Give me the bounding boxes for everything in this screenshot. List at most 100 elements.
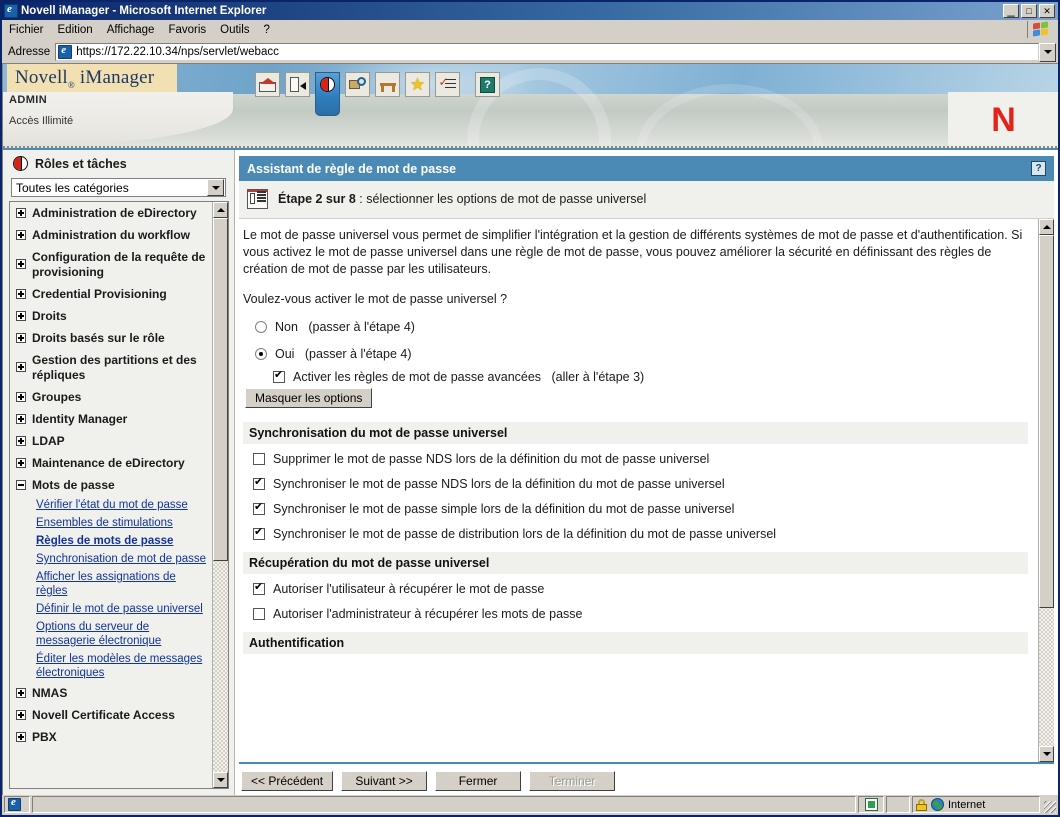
sidebar-item-credential-provisioning[interactable]: Credential Provisioning	[14, 287, 210, 302]
sidebar-item-pbx[interactable]: PBX	[14, 730, 210, 745]
status-zone-cell[interactable]: Internet	[912, 796, 1040, 813]
sidebar-scroll-thumb[interactable]	[213, 218, 228, 562]
previous-button[interactable]: << Précédent	[241, 771, 334, 791]
configure-icon[interactable]	[375, 72, 400, 97]
content-scrollbar[interactable]	[1038, 219, 1054, 762]
address-dropdown-button[interactable]	[1039, 42, 1056, 62]
content-scroll-track[interactable]	[1039, 235, 1054, 746]
sidebar-link-edit-email-templates[interactable]: Éditer les modèles de messages électroni…	[36, 652, 210, 680]
favorites-star-icon[interactable]: ★	[405, 72, 430, 97]
radio-row-no[interactable]: Non (passer à l'étape 4)	[243, 320, 1028, 334]
minimize-button[interactable]: _	[1003, 3, 1019, 18]
menu-item-edit[interactable]: Edition	[51, 22, 100, 38]
sidebar-item-partition-replica-management[interactable]: Gestion des partitions et des répliques	[14, 353, 210, 383]
sidebar-item-workflow-administration[interactable]: Administration du workflow	[14, 228, 210, 243]
sidebar-item-provisioning-request-configuration[interactable]: Configuration de la requête de provision…	[14, 250, 210, 280]
checkbox-advanced-rules-text: Activer les règles de mot de passe avanc…	[293, 370, 542, 384]
content-scroll-up-button[interactable]	[1039, 219, 1054, 235]
sidebar-item-novell-certificate-access[interactable]: Novell Certificate Access	[14, 708, 210, 723]
collapse-minus-icon[interactable]	[16, 480, 26, 490]
expand-plus-icon[interactable]	[16, 710, 26, 720]
expand-plus-icon[interactable]	[16, 208, 26, 218]
sidebar-scroll-track[interactable]	[213, 218, 228, 772]
sidebar-item-edirectory-maintenance[interactable]: Maintenance de eDirectory	[14, 456, 210, 471]
expand-plus-icon[interactable]	[16, 289, 26, 299]
checkbox-row-advanced-rules[interactable]: Activer les règles de mot de passe avanc…	[273, 368, 1028, 384]
menu-item-view[interactable]: Affichage	[100, 22, 162, 38]
checkbox-row-admin-retrieve[interactable]: Autoriser l'administrateur à récupérer l…	[253, 607, 1028, 621]
sidebar-item-edirectory-administration[interactable]: Administration de eDirectory	[14, 206, 210, 221]
expand-plus-icon[interactable]	[16, 414, 26, 424]
checkbox-sync-distribution[interactable]	[253, 525, 265, 540]
sidebar-title: Rôles et tâches	[35, 156, 127, 171]
sidebar-item-nmas[interactable]: NMAS	[14, 686, 210, 701]
checkbox-row-remove-nds[interactable]: Supprimer le mot de passe NDS lors de la…	[253, 452, 1028, 466]
radio-yes[interactable]	[255, 348, 267, 360]
sidebar-item-groups[interactable]: Groupes	[14, 390, 210, 405]
sidebar-link-password-policies[interactable]: Règles de mots de passe	[36, 534, 210, 548]
checkbox-remove-nds[interactable]	[253, 453, 265, 465]
expand-plus-icon[interactable]	[16, 436, 26, 446]
close-wizard-button[interactable]: Fermer	[435, 771, 522, 791]
search-icon[interactable]	[345, 72, 370, 97]
checkbox-row-user-retrieve[interactable]: Autoriser l'utilisateur à récupérer le m…	[253, 580, 1028, 596]
sidebar-item-identity-manager[interactable]: Identity Manager	[14, 412, 210, 427]
next-button[interactable]: Suivant >>	[341, 771, 428, 791]
sidebar-link-challenge-sets[interactable]: Ensembles de stimulations	[36, 516, 210, 530]
content-scroll-thumb[interactable]	[1039, 235, 1054, 609]
sidebar-link-email-server-options[interactable]: Options du serveur de messagerie électro…	[36, 620, 210, 648]
resize-grip[interactable]	[1042, 796, 1056, 813]
checkbox-user-retrieve[interactable]	[253, 580, 265, 595]
address-input[interactable]: https://172.22.10.34/nps/servlet/webacc	[55, 43, 1039, 61]
category-select[interactable]: Toutes les catégories	[11, 178, 226, 197]
globe-icon	[931, 798, 944, 811]
sidebar-link-password-synchronization[interactable]: Synchronisation de mot de passe	[36, 552, 210, 566]
sidebar-item-role-based-rights[interactable]: Droits basés sur le rôle	[14, 331, 210, 346]
sidebar-item-ldap[interactable]: LDAP	[14, 434, 210, 449]
checkbox-row-sync-nds[interactable]: Synchroniser le mot de passe NDS lors de…	[253, 475, 1028, 491]
checkbox-advanced-rules[interactable]	[273, 368, 285, 383]
expand-plus-icon[interactable]	[16, 259, 26, 269]
sidebar-link-set-universal-password[interactable]: Définir le mot de passe universel	[36, 602, 210, 616]
radio-row-yes[interactable]: Oui (passer à l'étape 4)	[243, 347, 1028, 361]
windows-logo-icon	[1027, 21, 1054, 38]
checkbox-row-sync-distribution[interactable]: Synchroniser le mot de passe de distribu…	[253, 525, 1028, 541]
radio-no[interactable]	[255, 321, 267, 333]
help-icon[interactable]: ?	[1031, 161, 1046, 176]
sidebar-scroll-up-button[interactable]	[213, 202, 228, 218]
menu-item-help[interactable]: ?	[257, 22, 277, 38]
home-icon[interactable]	[255, 72, 280, 97]
menu-item-tools[interactable]: Outils	[213, 22, 256, 38]
checklist-icon[interactable]	[435, 72, 460, 97]
expand-plus-icon[interactable]	[16, 311, 26, 321]
checkbox-row-sync-simple[interactable]: Synchroniser le mot de passe simple lors…	[253, 500, 1028, 516]
expand-plus-icon[interactable]	[16, 732, 26, 742]
hide-options-button[interactable]: Masquer les options	[245, 388, 373, 408]
category-select-dropdown-button[interactable]	[207, 179, 224, 196]
sidebar-scrollbar[interactable]	[212, 202, 228, 788]
roles-and-tasks-icon[interactable]	[315, 72, 340, 116]
help-book-icon[interactable]: ?	[475, 72, 500, 97]
sidebar-item-rights[interactable]: Droits	[14, 309, 210, 324]
expand-plus-icon[interactable]	[16, 333, 26, 343]
expand-plus-icon[interactable]	[16, 688, 26, 698]
sidebar-link-view-policy-assignments[interactable]: Afficher les assignations de règles	[36, 570, 210, 598]
content-scroll-down-button[interactable]	[1039, 746, 1054, 762]
exit-icon[interactable]	[285, 72, 310, 97]
menu-item-favorites[interactable]: Favoris	[161, 22, 213, 38]
sidebar-link-check-password-status[interactable]: Vérifier l'état du mot de passe	[36, 498, 210, 512]
checkbox-sync-nds[interactable]	[253, 475, 265, 490]
expand-plus-icon[interactable]	[16, 458, 26, 468]
radio-yes-hint: (passer à l'étape 4)	[304, 347, 412, 361]
expand-plus-icon[interactable]	[16, 392, 26, 402]
checkbox-sync-simple[interactable]	[253, 500, 265, 515]
close-button[interactable]: ✕	[1039, 4, 1055, 18]
menu-item-file[interactable]: Fichier	[2, 22, 51, 38]
expand-plus-icon[interactable]	[16, 362, 26, 372]
checkbox-admin-retrieve[interactable]	[253, 608, 265, 620]
novell-n-logo: N	[948, 92, 1058, 148]
maximize-button[interactable]: □	[1021, 4, 1037, 18]
expand-plus-icon[interactable]	[16, 230, 26, 240]
sidebar-scroll-down-button[interactable]	[213, 772, 228, 788]
sidebar-item-passwords[interactable]: Mots de passe	[14, 478, 210, 493]
